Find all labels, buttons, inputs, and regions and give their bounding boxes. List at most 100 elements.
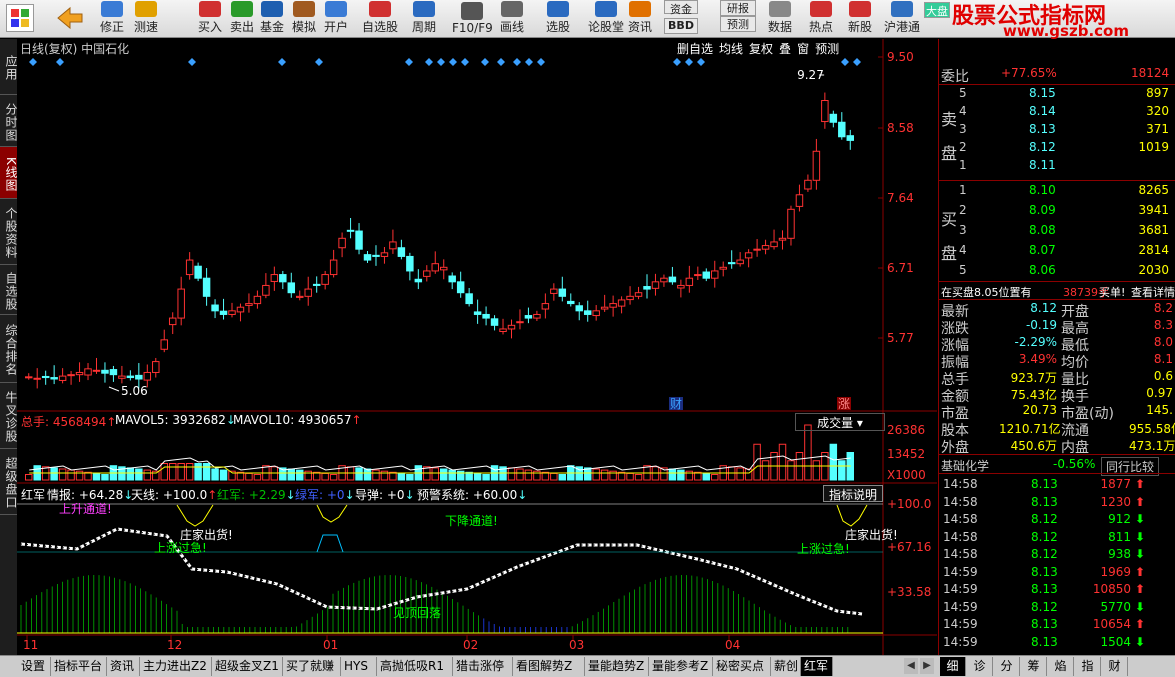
tick-time: 14:59: [943, 634, 978, 649]
vol-tick-label: 13452: [887, 447, 925, 461]
toolbar-label: 沪港通: [884, 20, 921, 34]
menu-button[interactable]: [6, 4, 34, 32]
toolbar-account-button[interactable]: 开户: [324, 1, 348, 37]
toolbar-buy-button[interactable]: 买入: [198, 1, 222, 37]
bottom-tab-9[interactable]: 看图解势Z: [513, 657, 585, 676]
left-tab-1[interactable]: 分时图: [0, 95, 18, 147]
toolbar-hk-button[interactable]: 沪港通: [884, 1, 920, 37]
toolbar-hot-button[interactable]: 热点: [809, 1, 833, 37]
bottom-tab-11[interactable]: 量能参考Z: [649, 657, 713, 676]
panel-tab-1[interactable]: 诊: [967, 657, 993, 676]
toolbar-select-stock-button[interactable]: 选股: [546, 1, 570, 37]
left-tab-2[interactable]: K线图: [0, 147, 18, 199]
bottom-tab-2[interactable]: 资讯: [107, 657, 140, 676]
buy-row-3: 3 8.08 3681: [939, 222, 1175, 240]
toolbar-forum-button[interactable]: 论股堂: [588, 1, 624, 37]
volume-bar: [135, 468, 143, 481]
candle-body: [126, 375, 135, 379]
candle-body: [211, 304, 219, 312]
vol-indicator-select[interactable]: 成交量 ▾: [795, 413, 885, 431]
panel-tab-4[interactable]: 焰: [1048, 657, 1074, 676]
left-tab-3[interactable]: 个股资料: [0, 199, 18, 265]
candle-body: [787, 208, 795, 239]
tab-scroll-left-icon[interactable]: ◀: [904, 658, 918, 674]
panel-tab-5[interactable]: 指: [1075, 657, 1101, 676]
tick-volume: 1230: [1100, 494, 1131, 509]
chart-menu-item-4[interactable]: 窗: [797, 42, 809, 56]
bottom-tab-7[interactable]: 高抛低吸R1: [377, 657, 453, 676]
candle-body: [84, 368, 92, 376]
buy-row-4: 4 8.07 2814: [939, 242, 1175, 260]
toolbar-hammer-button[interactable]: 模拟: [292, 1, 316, 37]
bottom-tab-4[interactable]: 超级金叉Z1: [212, 657, 283, 676]
chart-menu-item-3[interactable]: 叠: [779, 42, 791, 56]
chart-menu-item-5[interactable]: 预测: [815, 42, 839, 56]
toolbar-arrow-up-button[interactable]: 修正: [100, 1, 124, 37]
bottom-tab-8[interactable]: 猎击涨停: [453, 657, 513, 676]
kline-chart-svg[interactable]: 9.508.587.646.715.779.275.06财 涨2638613452…: [17, 39, 937, 655]
chart-menu-item-1[interactable]: 均线: [719, 42, 743, 56]
left-tab-0[interactable]: 应用: [0, 39, 18, 95]
bottom-tab-5[interactable]: 买了就赚: [283, 657, 341, 676]
buy-row-1: 1 8.10 8265: [939, 182, 1175, 200]
tab-scroll-right-icon[interactable]: ▶: [920, 658, 934, 674]
price-tick-label: 8.58: [887, 121, 914, 135]
vol-tick-label: X1000: [887, 468, 926, 482]
bottom-tab-12[interactable]: 秘密买点: [713, 657, 771, 676]
volume-bar: [194, 463, 202, 481]
bottom-tab-6[interactable]: HYS: [341, 657, 377, 676]
account-icon: [325, 1, 347, 17]
event-diamond-icon: [278, 58, 286, 66]
toolbar-label: 卖出: [230, 20, 255, 34]
candle-body: [677, 284, 685, 289]
toolbar-new-stock-button[interactable]: 新股: [848, 1, 872, 37]
cash-button[interactable]: 资金: [664, 0, 698, 16]
bottom-tab-0[interactable]: 设置: [18, 657, 51, 676]
toolbar-fund-button[interactable]: 基金: [260, 1, 284, 37]
chart-menu-item-2[interactable]: 复权: [749, 42, 773, 56]
panel-tab-2[interactable]: 分: [994, 657, 1020, 676]
toolbar-period-button[interactable]: 周期: [412, 1, 436, 37]
mavol5-line: [29, 455, 851, 471]
kline-chart-area[interactable]: 9.50 8.58 7.64 6.71 5.77 9.27 5.06 财涨 26386 13452…: [17, 39, 937, 655]
panel-tab-6[interactable]: 财: [1102, 657, 1128, 676]
bbd-button[interactable]: BBD: [664, 18, 698, 34]
market-button[interactable]: 大盘: [924, 2, 950, 18]
notice-link[interactable]: 查看详情: [1131, 284, 1175, 300]
panel-tab-0[interactable]: 细: [940, 657, 966, 676]
indicator-help-button[interactable]: 指标说明: [823, 485, 883, 502]
toolbar-f10-button[interactable]: F10/F9: [452, 1, 493, 37]
left-tab-5[interactable]: 综合排名: [0, 315, 18, 383]
bottom-tab-13[interactable]: 薪创: [771, 657, 801, 676]
bottom-tab-3[interactable]: 主力进出Z2: [140, 657, 212, 676]
candle-body: [135, 374, 143, 380]
chart-menu-item-0[interactable]: 删自选: [677, 42, 713, 56]
left-tab-4[interactable]: 自选股: [0, 265, 18, 315]
toolbar-clock-button[interactable]: 测速: [134, 1, 158, 37]
tick-row-9: 14:59 8.13 1504 ⬇: [939, 634, 1175, 652]
toolbar-news-button[interactable]: 资讯: [628, 1, 652, 37]
candle-body: [744, 252, 753, 259]
volume-bar: [253, 474, 262, 481]
toolbar-report-button[interactable]: 研报: [720, 0, 756, 16]
toolbar-sell-button[interactable]: 卖出: [230, 1, 254, 37]
candle-body: [592, 310, 600, 317]
sell-volume: 371: [1146, 122, 1169, 136]
toolbar-forecast-button[interactable]: 预测: [720, 16, 756, 32]
bottom-tab-14[interactable]: 红军: [801, 657, 833, 676]
panel-tab-3[interactable]: 筹: [1021, 657, 1047, 676]
candle-body: [541, 303, 550, 310]
sell-price: 8.11: [1029, 158, 1056, 172]
bottom-tab-10[interactable]: 量能趋势Z: [585, 657, 649, 676]
month-label: 12: [167, 638, 182, 652]
toolbar-star-button[interactable]: 自选股: [362, 1, 398, 37]
back-button[interactable]: [54, 4, 86, 32]
toolbar-label: 资讯: [628, 20, 653, 34]
left-tab-7[interactable]: 超级盘口: [0, 449, 18, 515]
vol-tick-label: 26386: [887, 423, 925, 437]
volume-bar: [397, 472, 406, 481]
toolbar-pe-button[interactable]: 数据: [768, 1, 792, 37]
left-tab-6[interactable]: 牛叉诊股: [0, 383, 18, 449]
toolbar-drawline-button[interactable]: 画线: [500, 1, 524, 37]
bottom-tab-1[interactable]: 指标平台: [51, 657, 107, 676]
